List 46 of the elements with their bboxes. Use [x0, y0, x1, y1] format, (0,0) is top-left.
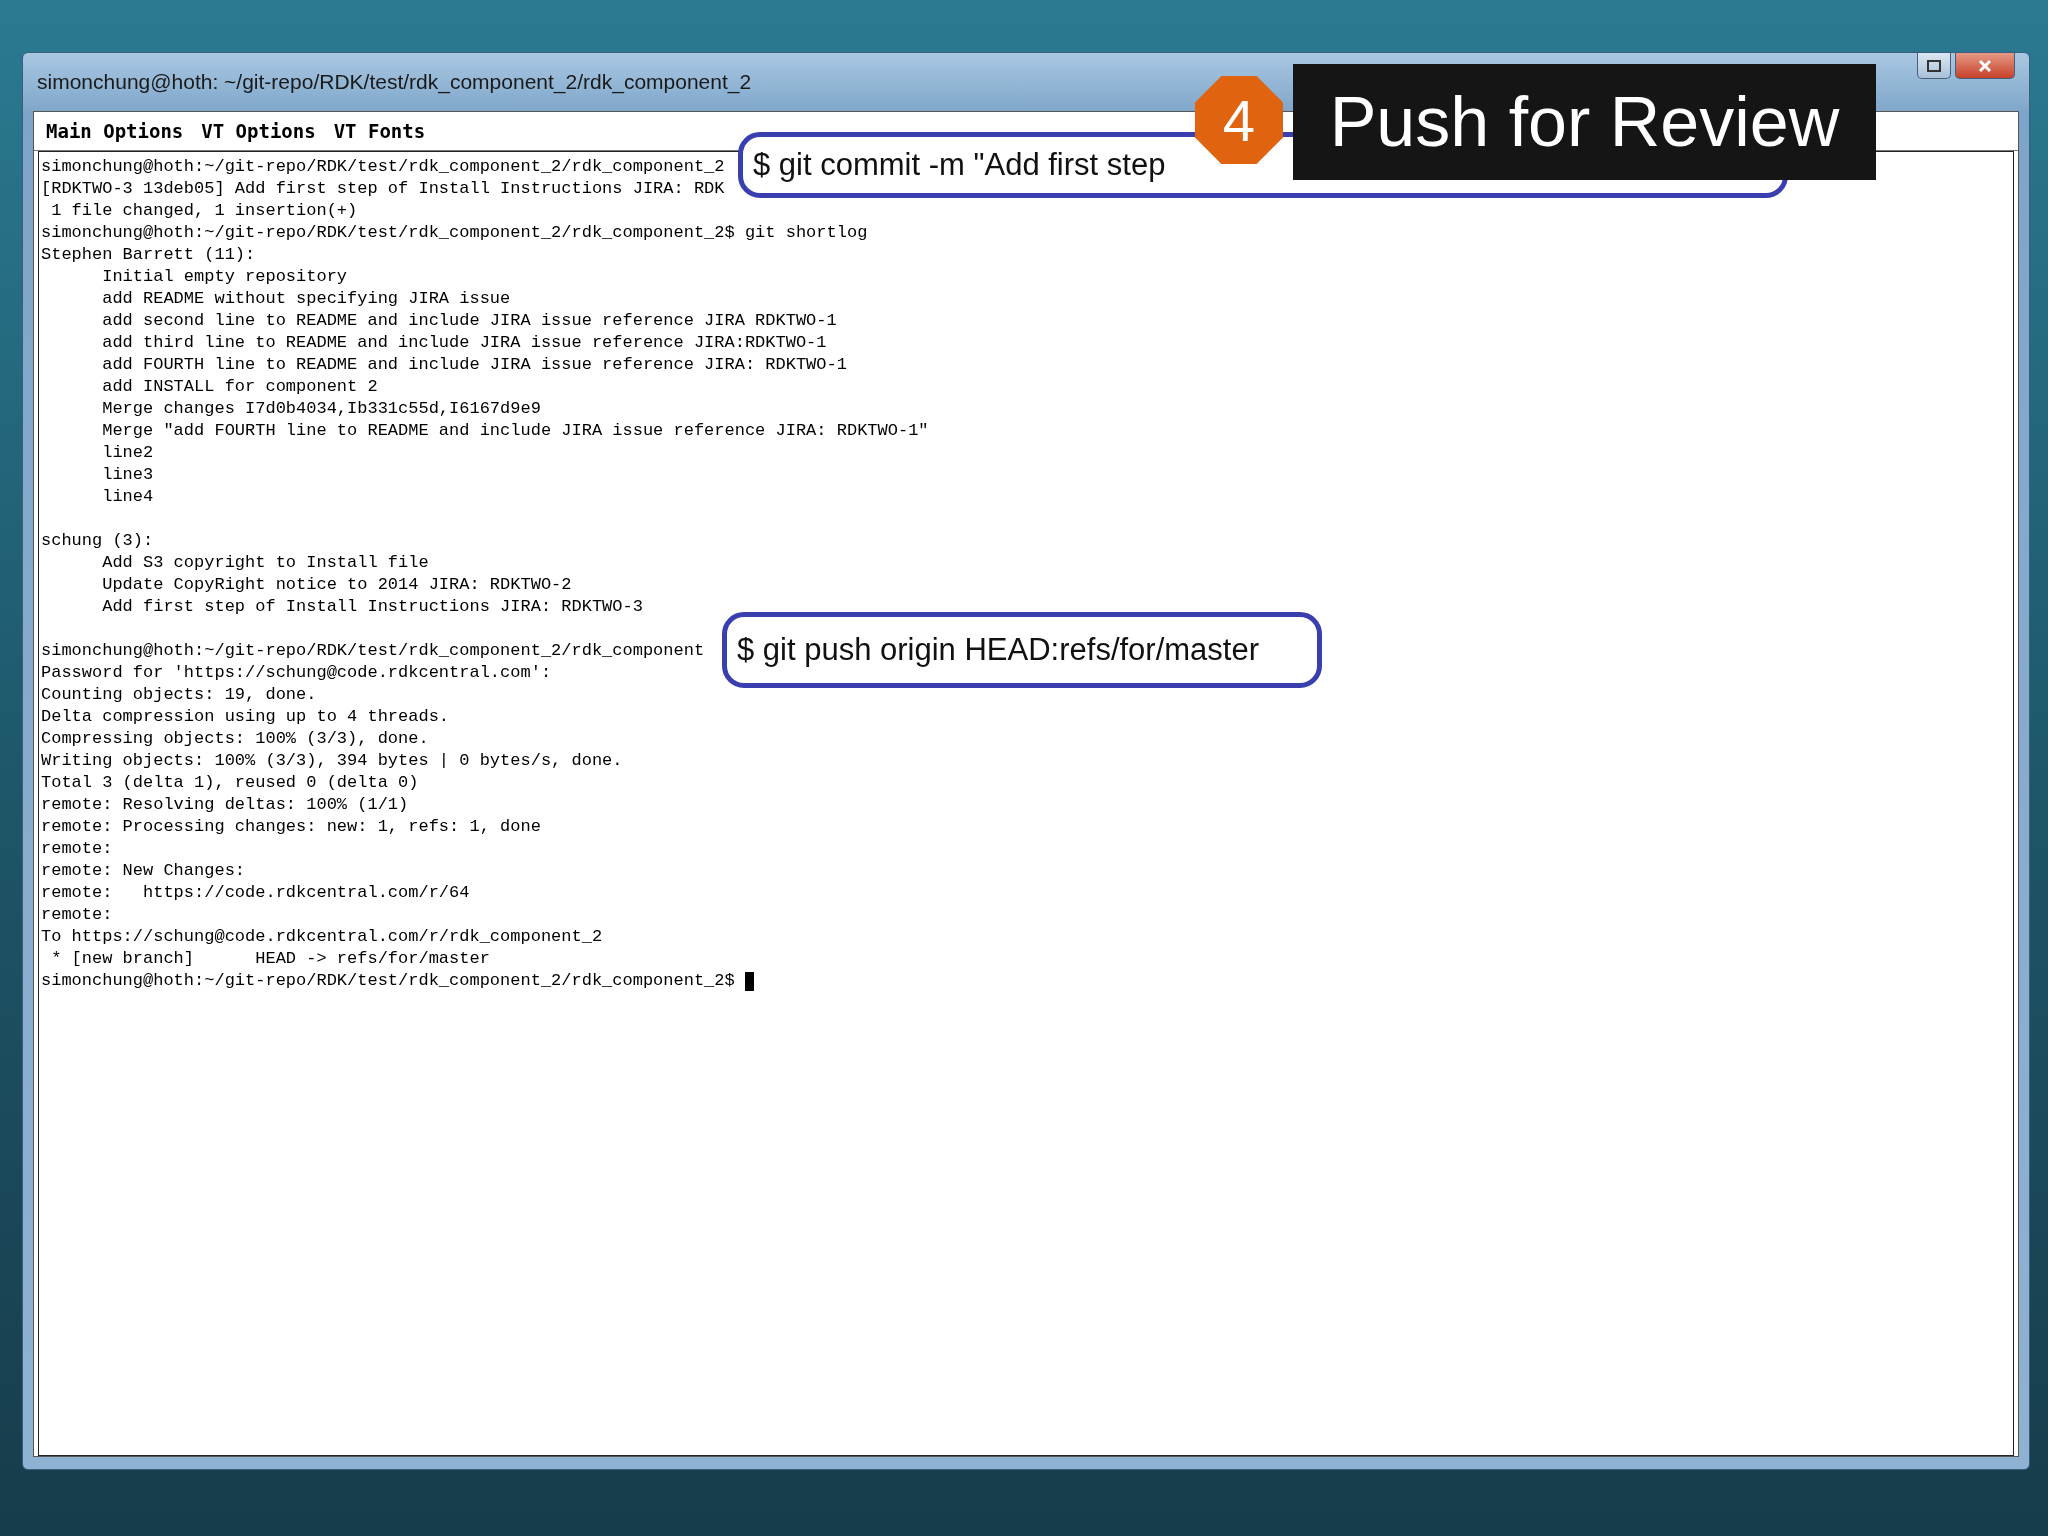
terminal-line: Total 3 (delta 1), reused 0 (delta 0)	[41, 772, 419, 794]
terminal-line: add second line to README and include JIRA issue reference JIRA RDKTWO-1	[101, 310, 837, 332]
text-cursor	[744, 971, 754, 991]
terminal-line: simonchung@hoth:~/git-repo/RDK/test/rdk_component_2/rdk_component_2$ git shortlog	[41, 222, 868, 244]
menu-item[interactable]: Main Options	[46, 120, 184, 142]
terminal-line: 1 file changed, 1 insertion(+)	[50, 200, 358, 222]
terminal-line: Writing objects: 100% (3/3), 394 bytes | 0 bytes/s, done.	[41, 750, 623, 772]
terminal-line: remote:	[41, 904, 113, 926]
terminal-line: [RDKTWO-3 13deb05] Add first step of Install Instructions JIRA: RDK	[41, 178, 725, 200]
terminal-line: add INSTALL for component 2	[101, 376, 378, 398]
terminal-line: Add first step of Install Instructions JIRA: RDKTWO-3	[101, 596, 643, 618]
terminal-line: * [new branch] HEAD -> refs/for/master	[50, 948, 490, 970]
terminal-line: Merge changes I7d0b4034,Ib331c55d,I6167d9e9	[101, 398, 541, 420]
terminal-line: simonchung@hoth:~/git-repo/RDK/test/rdk_component_2/rdk_component_2	[41, 156, 725, 178]
terminal-line: To https://schung@code.rdkcentral.com/r/rdk_component_2	[41, 926, 603, 948]
terminal-line: remote: https://code.rdkcentral.com/r/64	[41, 882, 470, 904]
terminal-line: remote:	[41, 838, 113, 860]
terminal-line: add third line to README and include JIRA issue reference JIRA:RDKTWO-1	[101, 332, 827, 354]
window-title: simonchung@hoth: ~/git-repo/RDK/test/rdk_component_2/rdk_component_2	[37, 70, 752, 94]
terminal-line: add README without specifying JIRA issue	[101, 288, 511, 310]
terminal-line: Compressing objects: 100% (3/3), done.	[41, 728, 429, 750]
terminal-line: line2	[101, 442, 154, 464]
terminal-line: Password for 'https://schung@code.rdkcentral.com':	[41, 662, 552, 684]
terminal-line: Initial empty repository	[101, 266, 348, 288]
command-callout: $ git push origin HEAD:refs/for/master	[722, 612, 1322, 688]
terminal-line: line4	[101, 486, 154, 508]
terminal-line: Stephen Barrett (11):	[41, 244, 256, 266]
terminal-line: Delta compression using up to 4 threads.	[41, 706, 450, 728]
terminal-line: add FOURTH line to README and include JIRA issue reference JIRA: RDKTWO-1	[101, 354, 847, 376]
menu-item[interactable]: VT Fonts	[333, 120, 426, 142]
terminal-line: Merge "add FOURTH line to README and include JIRA issue reference JIRA: RDKTWO-1"	[101, 420, 929, 442]
terminal-line: schung (3):	[41, 530, 154, 552]
terminal-line: remote: Resolving deltas: 100% (1/1)	[41, 794, 409, 816]
menu-item[interactable]: VT Options	[201, 120, 316, 142]
terminal-line: Update CopyRight notice to 2014 JIRA: RDKTWO-2	[101, 574, 572, 596]
close-icon	[1978, 58, 1992, 73]
maximize-icon	[1927, 59, 1941, 72]
maximize-button[interactable]	[1917, 53, 1951, 79]
terminal-line: Counting objects: 19, done.	[41, 684, 317, 706]
terminal-line: remote: New Changes:	[41, 860, 246, 882]
close-button[interactable]	[1955, 53, 2015, 79]
terminal-line: simonchung@hoth:~/git-repo/RDK/test/rdk_component_2/rdk_component_2$	[41, 970, 736, 992]
terminal-line: simonchung@hoth:~/git-repo/RDK/test/rdk_component_2/rdk_component	[41, 640, 705, 662]
terminal-line: Add S3 copyright to Install file	[101, 552, 429, 574]
terminal-line: line3	[101, 464, 154, 486]
terminal-line: remote: Processing changes: new: 1, refs: 1, done	[41, 816, 541, 838]
